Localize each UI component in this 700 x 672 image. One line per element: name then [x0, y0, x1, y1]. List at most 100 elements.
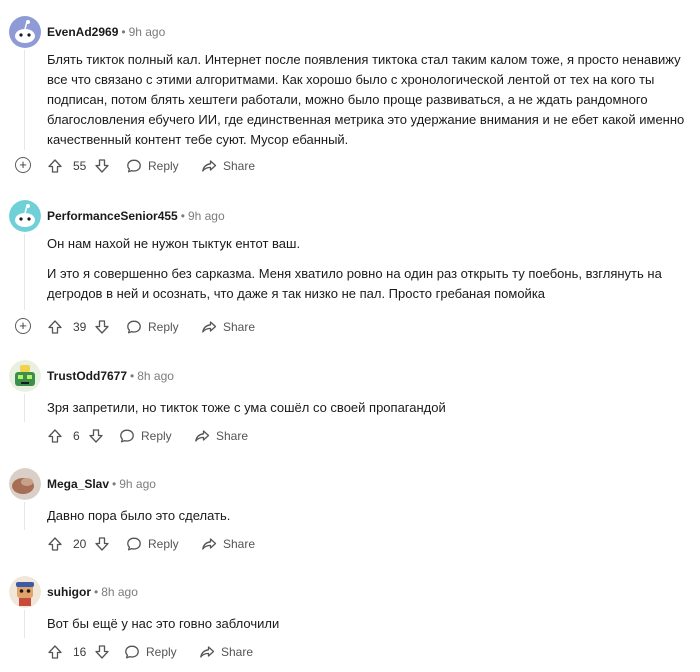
share-button[interactable]: Share: [201, 315, 255, 339]
arrow-up-icon[interactable]: [47, 319, 63, 335]
comment-body: Вот бы ещё у нас это говно заблочили: [47, 614, 692, 634]
comment-text: Давно пора было это сделать.: [47, 508, 231, 523]
arrow-up-icon[interactable]: [47, 536, 63, 552]
share-label: Share: [221, 645, 254, 659]
speech-bubble-icon: [126, 536, 142, 552]
timestamp[interactable]: 8h ago: [101, 585, 138, 599]
avatar[interactable]: [9, 200, 41, 232]
comment: TrustOdd7677 • 8h ago Зря запретили, но ти…: [0, 344, 700, 452]
vote-count: 55: [73, 159, 87, 173]
reply-button[interactable]: Reply: [126, 315, 179, 339]
share-button[interactable]: Share: [194, 424, 248, 448]
timestamp[interactable]: 9h ago: [188, 209, 225, 223]
comment-text: Зря запретили, но тикток тоже с ума сошё…: [47, 400, 446, 415]
avatar[interactable]: [9, 16, 41, 48]
reply-label: Reply: [148, 537, 179, 551]
reply-button[interactable]: Reply: [119, 424, 172, 448]
robot-avatar-icon: [9, 360, 41, 392]
comment-actions: 20 Reply Share: [0, 532, 700, 556]
share-arrow-icon: [201, 536, 217, 552]
arrow-down-icon[interactable]: [88, 428, 104, 444]
reply-button[interactable]: Reply: [126, 532, 179, 556]
avatar[interactable]: [9, 360, 41, 392]
photo-avatar-icon: [9, 468, 41, 500]
share-label: Share: [223, 159, 256, 173]
avatar[interactable]: [9, 468, 41, 500]
author-name[interactable]: suhigor: [47, 585, 91, 599]
speech-bubble-icon: [124, 644, 140, 660]
vote-group: 20: [47, 532, 110, 556]
author-name[interactable]: Mega_Slav: [47, 477, 109, 491]
separator-dot: •: [94, 585, 99, 599]
share-label: Share: [216, 429, 249, 443]
character-avatar-icon: [9, 576, 41, 608]
comment-header: EvenAd2969 • 9h ago: [47, 23, 165, 41]
arrow-up-icon[interactable]: [47, 644, 63, 660]
thread-line[interactable]: [24, 502, 25, 530]
vote-group: 6: [47, 424, 104, 448]
comment-actions: + 55 Reply Share: [0, 154, 700, 178]
comment: suhigor • 8h ago Вот бы ещё у нас это говн…: [0, 560, 700, 672]
reply-label: Reply: [148, 159, 179, 173]
thread-line[interactable]: [24, 610, 25, 638]
vote-count: 16: [73, 645, 87, 659]
vote-count: 6: [73, 429, 80, 443]
share-label: Share: [223, 537, 256, 551]
vote-group: 39: [47, 315, 110, 339]
arrow-down-icon[interactable]: [94, 319, 110, 335]
arrow-down-icon[interactable]: [94, 158, 110, 174]
timestamp[interactable]: 9h ago: [119, 477, 156, 491]
comment-header: TrustOdd7677 • 8h ago: [47, 367, 174, 385]
comment-body: Зря запретили, но тикток тоже с ума сошё…: [47, 398, 692, 418]
snoo-avatar-icon: [9, 200, 41, 232]
vote-group: 55: [47, 154, 110, 178]
author-name[interactable]: PerformanceSenior455: [47, 209, 178, 223]
expand-icon[interactable]: +: [15, 318, 31, 334]
reply-button[interactable]: Reply: [124, 640, 177, 664]
share-button[interactable]: Share: [199, 640, 253, 664]
comment-header: Mega_Slav • 9h ago: [47, 475, 156, 493]
arrow-up-icon[interactable]: [47, 158, 63, 174]
arrow-down-icon[interactable]: [94, 644, 110, 660]
share-button[interactable]: Share: [201, 532, 255, 556]
timestamp[interactable]: 8h ago: [137, 369, 174, 383]
vote-count: 39: [73, 320, 87, 334]
timestamp[interactable]: 9h ago: [129, 25, 166, 39]
vote-group: 16: [47, 640, 110, 664]
vote-count: 20: [73, 537, 87, 551]
comment-body: Блять тикток полный кал. Интернет после …: [47, 50, 692, 150]
reply-label: Reply: [146, 645, 177, 659]
reply-label: Reply: [148, 320, 179, 334]
thread-line[interactable]: [24, 234, 25, 310]
comment-header: PerformanceSenior455 • 9h ago: [47, 207, 225, 225]
arrow-up-icon[interactable]: [47, 428, 63, 444]
reply-button[interactable]: Reply: [126, 154, 179, 178]
share-label: Share: [223, 320, 256, 334]
speech-bubble-icon: [119, 428, 135, 444]
thread-line[interactable]: [24, 394, 25, 422]
comment-actions: 16 Reply Share: [0, 640, 700, 664]
reply-label: Reply: [141, 429, 172, 443]
share-arrow-icon: [201, 319, 217, 335]
comment-text: Блять тикток полный кал. Интернет после …: [47, 52, 685, 147]
arrow-down-icon[interactable]: [94, 536, 110, 552]
comment-text: И это я совершенно без сарказма. Меня хв…: [47, 266, 662, 301]
share-button[interactable]: Share: [201, 154, 255, 178]
speech-bubble-icon: [126, 158, 142, 174]
share-arrow-icon: [199, 644, 215, 660]
thread-line[interactable]: [24, 50, 25, 150]
snoo-avatar-icon: [9, 16, 41, 48]
comment-header: suhigor • 8h ago: [47, 583, 138, 601]
separator-dot: •: [121, 25, 126, 39]
separator-dot: •: [112, 477, 117, 491]
author-name[interactable]: EvenAd2969: [47, 25, 118, 39]
avatar[interactable]: [9, 576, 41, 608]
comment-body: Он нам нахой не нужон тыктук ентот ваш. …: [47, 234, 692, 304]
comment-text: Вот бы ещё у нас это говно заблочили: [47, 616, 280, 631]
share-arrow-icon: [194, 428, 210, 444]
comment-text: Он нам нахой не нужон тыктук ентот ваш.: [47, 236, 301, 251]
comment: PerformanceSenior455 • 9h ago Он нам нахой…: [0, 184, 700, 344]
expand-icon[interactable]: +: [15, 157, 31, 173]
author-name[interactable]: TrustOdd7677: [47, 369, 127, 383]
separator-dot: •: [130, 369, 135, 383]
